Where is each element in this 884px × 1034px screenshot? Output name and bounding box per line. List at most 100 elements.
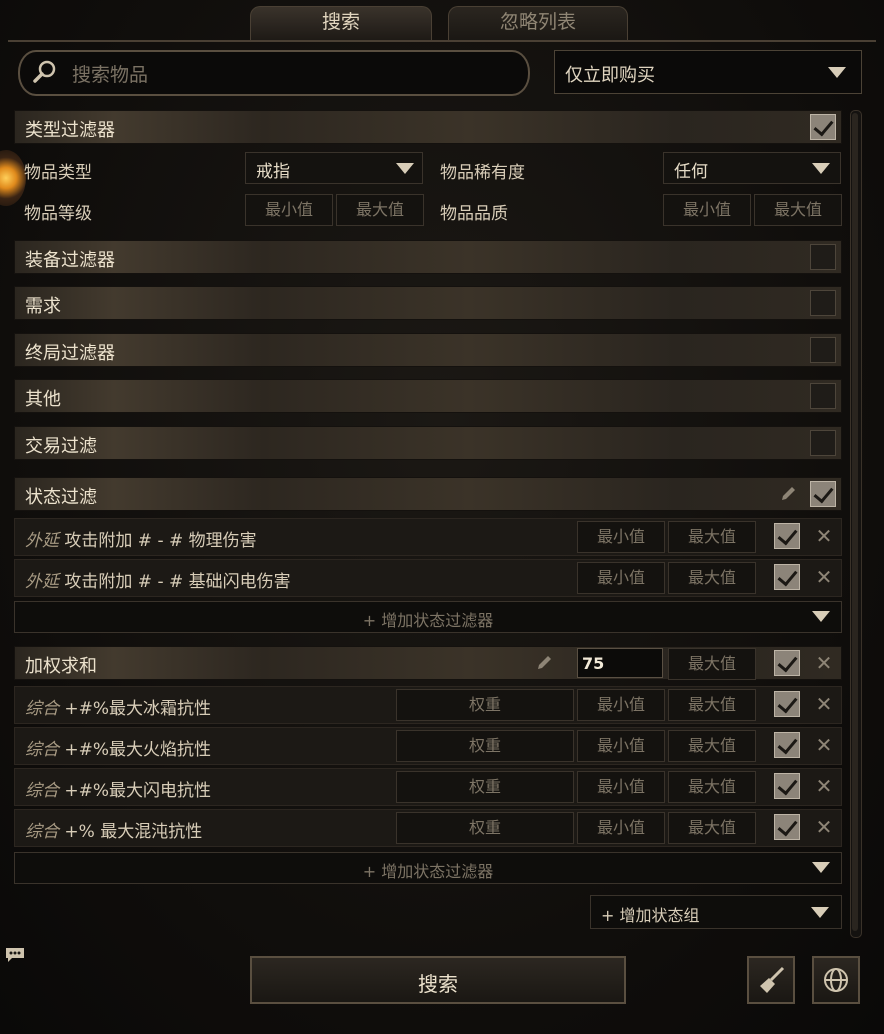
close-icon[interactable]: ✕ (814, 817, 834, 837)
weighted-sum-checkbox[interactable] (774, 650, 800, 676)
endgame-filter-header[interactable]: 终局过滤器 (14, 333, 842, 367)
add-weighted-stat-label: + 增加状态过滤器 (362, 862, 494, 881)
stat-filter-title: 状态过滤 (25, 487, 97, 508)
buy-mode-value: 仅立即购买 (565, 65, 655, 86)
item-type-label: 物品类型 (24, 163, 92, 183)
stat-max-input[interactable]: 最大值 (668, 689, 756, 721)
close-icon[interactable]: ✕ (814, 567, 834, 587)
type-filter-checkbox[interactable] (810, 114, 836, 140)
tab-search[interactable]: 搜索 (250, 6, 432, 41)
type-filter-header[interactable]: 类型过滤器 (14, 110, 842, 144)
close-icon[interactable]: ✕ (814, 694, 834, 714)
weighted-sum-title: 加权求和 (25, 656, 97, 677)
stat-min-input[interactable]: 最小值 (577, 812, 665, 844)
quality-label: 物品品质 (440, 204, 508, 224)
requirements-filter-title: 需求 (25, 296, 61, 317)
equipment-filter-header[interactable]: 装备过滤器 (14, 240, 842, 274)
search-input[interactable]: 搜索物品 (18, 50, 530, 96)
weighted-sum-max-input[interactable]: 最大值 (668, 648, 756, 680)
equipment-filter-checkbox[interactable] (810, 244, 836, 270)
stat-min-input[interactable]: 最小值 (577, 771, 665, 803)
quality-min[interactable]: 最小值 (663, 194, 751, 226)
stat-max-input[interactable]: 最大值 (668, 562, 756, 594)
magnifier-icon (33, 60, 56, 83)
item-type-value: 戒指 (256, 162, 290, 182)
scrollbar[interactable] (850, 110, 862, 938)
weight-input[interactable]: 权重 (396, 771, 574, 803)
misc-filter-title: 其他 (25, 389, 61, 410)
weighted-sum-header[interactable]: 加权求和 75 最大值 ✕ (14, 646, 842, 680)
weighted-stat-row: 综合 +#%最大火焰抗性 权重 最小值 最大值 ✕ (14, 727, 842, 765)
weighted-stat-row: 综合 +% 最大混沌抗性 权重 最小值 最大值 ✕ (14, 809, 842, 847)
stat-checkbox[interactable] (774, 564, 800, 590)
search-button[interactable]: 搜索 (250, 956, 626, 1004)
misc-filter-header[interactable]: 其他 (14, 379, 842, 413)
stat-text: 综合 +% 最大混沌抗性 (25, 822, 203, 842)
globe-icon (824, 968, 848, 992)
weighted-stat-row: 综合 +#%最大闪电抗性 权重 最小值 最大值 ✕ (14, 768, 842, 806)
rarity-label: 物品稀有度 (440, 163, 525, 183)
add-stat-filter-label: + 增加状态过滤器 (362, 611, 494, 630)
chevron-down-icon (396, 163, 414, 174)
close-icon[interactable]: ✕ (814, 776, 834, 796)
add-stat-filter-select[interactable]: + 增加状态过滤器 (14, 601, 842, 633)
chevron-down-icon (828, 67, 846, 78)
add-stat-group-select[interactable]: + 增加状态组 (590, 895, 842, 929)
stat-checkbox[interactable] (774, 732, 800, 758)
stat-max-input[interactable]: 最大值 (668, 521, 756, 553)
buy-mode-select[interactable]: 仅立即购买 (554, 50, 862, 94)
rarity-select[interactable]: 任何 (663, 152, 841, 184)
broom-icon (760, 966, 785, 993)
chevron-down-icon (812, 611, 830, 622)
trade-filter-checkbox[interactable] (810, 430, 836, 456)
stat-min-input[interactable]: 最小值 (577, 562, 665, 594)
item-level-min[interactable]: 最小值 (245, 194, 333, 226)
stat-row: 外延 攻击附加 # - # 物理伤害 最小值 最大值 ✕ (14, 518, 842, 556)
stat-checkbox[interactable] (774, 523, 800, 549)
item-level-max[interactable]: 最大值 (336, 194, 424, 226)
stat-text: 外延 攻击附加 # - # 物理伤害 (25, 531, 257, 551)
stat-max-input[interactable]: 最大值 (668, 771, 756, 803)
rarity-value: 任何 (674, 162, 708, 182)
edit-icon[interactable] (779, 485, 797, 503)
chevron-down-icon (811, 907, 829, 918)
weighted-sum-min-input[interactable]: 75 (577, 648, 663, 678)
stat-min-input[interactable]: 最小值 (577, 730, 665, 762)
item-level-label: 物品等级 (24, 204, 92, 224)
stat-filter-header[interactable]: 状态过滤 (14, 477, 842, 511)
clear-button[interactable] (747, 956, 795, 1004)
weight-input[interactable]: 权重 (396, 812, 574, 844)
stat-text: 综合 +#%最大闪电抗性 (25, 781, 212, 801)
stat-filter-checkbox[interactable] (810, 481, 836, 507)
requirements-filter-header[interactable]: 需求 (14, 286, 842, 320)
stat-max-input[interactable]: 最大值 (668, 812, 756, 844)
requirements-filter-checkbox[interactable] (810, 290, 836, 316)
edit-icon[interactable] (535, 654, 553, 672)
trade-filter-title: 交易过滤 (25, 436, 97, 457)
misc-filter-checkbox[interactable] (810, 383, 836, 409)
stat-text: 综合 +#%最大冰霜抗性 (25, 699, 212, 719)
chat-bubble-icon[interactable] (4, 946, 26, 964)
add-weighted-stat-select[interactable]: + 增加状态过滤器 (14, 852, 842, 884)
item-type-select[interactable]: 戒指 (245, 152, 423, 184)
trade-filter-header[interactable]: 交易过滤 (14, 426, 842, 460)
stat-text: 外延 攻击附加 # - # 基础闪电伤害 (25, 572, 291, 592)
stat-max-input[interactable]: 最大值 (668, 730, 756, 762)
close-icon[interactable]: ✕ (814, 526, 834, 546)
close-icon[interactable]: ✕ (814, 735, 834, 755)
endgame-filter-checkbox[interactable] (810, 337, 836, 363)
stat-checkbox[interactable] (774, 814, 800, 840)
close-icon[interactable]: ✕ (814, 653, 834, 673)
quality-max[interactable]: 最大值 (754, 194, 842, 226)
equipment-filter-title: 装备过滤器 (25, 250, 115, 271)
tab-ignore-list[interactable]: 忽略列表 (448, 6, 628, 41)
weighted-stat-row: 综合 +#%最大冰霜抗性 权重 最小值 最大值 ✕ (14, 686, 842, 724)
weight-input[interactable]: 权重 (396, 689, 574, 721)
weight-input[interactable]: 权重 (396, 730, 574, 762)
stat-checkbox[interactable] (774, 691, 800, 717)
type-filter-title: 类型过滤器 (25, 120, 115, 141)
stat-min-input[interactable]: 最小值 (577, 521, 665, 553)
language-button[interactable] (812, 956, 860, 1004)
stat-checkbox[interactable] (774, 773, 800, 799)
stat-min-input[interactable]: 最小值 (577, 689, 665, 721)
